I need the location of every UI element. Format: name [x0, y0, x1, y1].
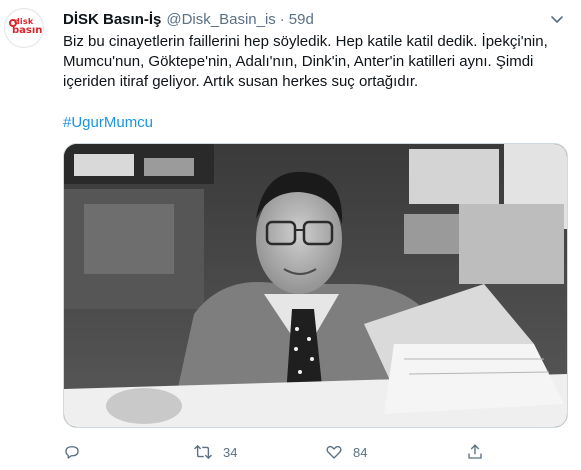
avatar-logo-bottom: basınİş	[12, 25, 43, 36]
separator-dot: ·	[279, 10, 285, 28]
tweet-actions: 34 84	[63, 440, 568, 464]
display-name[interactable]: DİSK Basın-İş	[63, 11, 161, 28]
like-count: 84	[353, 444, 368, 460]
tweet-header: DİSK Basın-İş @Disk_Basin_is · 59d	[63, 8, 314, 30]
heart-icon	[326, 445, 342, 459]
photo-image	[64, 144, 567, 427]
tweet[interactable]: disk basınİş DİSK Basın-İş @Disk_Basin_i…	[0, 0, 581, 470]
hashtag-link[interactable]: #UgurMumcu	[63, 113, 153, 133]
avatar[interactable]: disk basınİş	[4, 8, 44, 48]
timestamp[interactable]: 59d	[289, 11, 314, 28]
tweet-text: Biz bu cinayetlerin faillerini hep söyle…	[63, 33, 548, 90]
share-icon	[468, 444, 482, 459]
chevron-down-icon	[551, 16, 563, 23]
share-button[interactable]	[466, 440, 494, 464]
retweet-button[interactable]: 34	[193, 440, 237, 464]
retweet-icon	[194, 444, 212, 460]
reply-button[interactable]	[63, 440, 91, 464]
retweet-count: 34	[223, 444, 238, 460]
user-handle[interactable]: @Disk_Basin_is	[166, 11, 275, 28]
more-options-button[interactable]	[548, 10, 566, 28]
reply-icon	[65, 446, 79, 459]
like-button[interactable]: 84	[325, 440, 367, 464]
tweet-photo[interactable]	[63, 143, 568, 428]
